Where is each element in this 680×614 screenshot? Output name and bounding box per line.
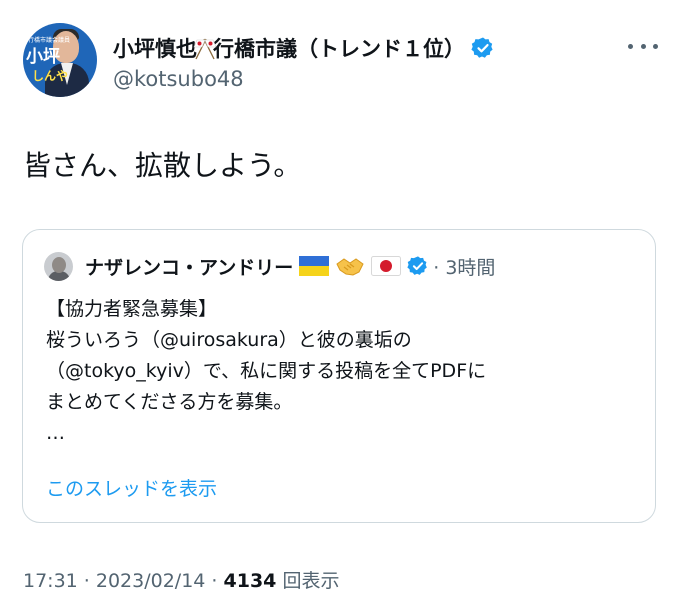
quote-line: （@tokyo_kyiv）で、私に関する投稿を全てPDFに bbox=[46, 360, 487, 382]
crossed-japan-flags-icon bbox=[193, 38, 217, 59]
more-dot bbox=[640, 43, 646, 49]
handshake-icon bbox=[336, 258, 364, 276]
quote-line: 桜ういろう（@uirosakura）と彼の裏垢の bbox=[46, 329, 412, 351]
quote-body: 【協力者緊急募集】 桜ういろう（@uirosakura）と彼の裏垢の （@tok… bbox=[46, 294, 486, 449]
author-handle[interactable]: @kotsubo48 bbox=[113, 67, 244, 91]
avatar-sub-text: しんや bbox=[32, 69, 69, 83]
japan-flag-icon bbox=[371, 256, 402, 276]
tweet-text: 皆さん、拡散しよう。 bbox=[23, 149, 302, 182]
avatar-name-text: 小坪 bbox=[26, 47, 60, 67]
verified-badge-icon bbox=[471, 37, 493, 58]
quote-verified-badge-icon bbox=[407, 256, 428, 275]
quote-line: まとめてくださる方を募集。 bbox=[46, 391, 293, 413]
quote-timestamp[interactable]: · 3時間 bbox=[433, 253, 495, 280]
author-name-part1: 小坪慎也 bbox=[113, 37, 197, 61]
quote-line: 【協力者緊急募集】 bbox=[46, 298, 218, 320]
quote-author-avatar[interactable] bbox=[44, 252, 73, 281]
tweet-timestamp[interactable]: 17:31 · 2023/02/14 · bbox=[23, 570, 224, 592]
quote-avatar-face bbox=[52, 257, 66, 273]
view-label: 回表示 bbox=[276, 570, 340, 592]
quote-header: ナザレンコ・アンドリー · 3時間 bbox=[85, 253, 495, 279]
quote-author-name[interactable]: ナザレンコ・アンドリー bbox=[85, 253, 293, 280]
tweet-meta: 17:31 · 2023/02/14 · 4134 回表示 bbox=[23, 566, 339, 593]
show-thread-link[interactable]: このスレッドを表示 bbox=[46, 474, 217, 501]
author-name-part2: 行橋市議（トレンド１位） bbox=[213, 37, 465, 61]
avatar-top-text: 行橋市議会議員 bbox=[28, 37, 71, 44]
view-count: 4134 bbox=[223, 570, 277, 592]
quoted-tweet-card[interactable]: ナザレンコ・アンドリー · 3時間 【協力者緊急募集】 桜ういろう（@uiros… bbox=[22, 229, 656, 523]
more-dot bbox=[628, 43, 633, 49]
author-avatar[interactable]: 行橋市議会議員 小坪 しんや bbox=[23, 23, 97, 97]
quote-line: … bbox=[46, 422, 65, 444]
more-options-icon[interactable] bbox=[628, 36, 658, 56]
author-display-name[interactable]: 小坪慎也 行橋市議（トレンド１位） bbox=[113, 33, 495, 63]
more-dot bbox=[653, 43, 658, 49]
ukraine-flag-icon bbox=[299, 256, 330, 276]
tweet: 行橋市議会議員 小坪 しんや 小坪慎也 行橋市議（トレンド１位） @kotsub… bbox=[0, 0, 680, 614]
